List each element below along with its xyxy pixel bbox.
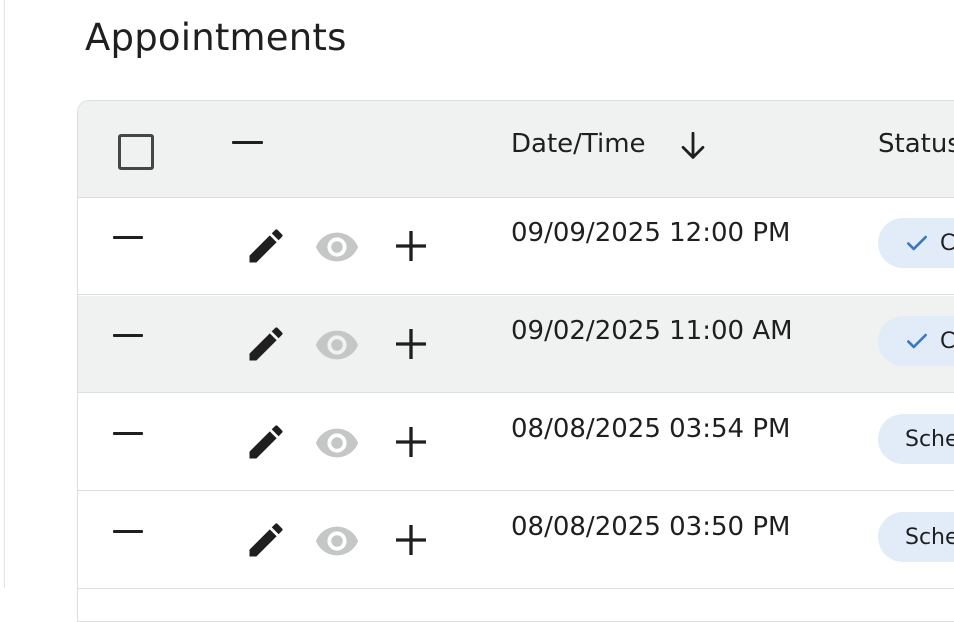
appointments-table: Date/Time Status 09/09/2025 12:00 PM C 0… — [77, 100, 954, 622]
left-divider — [4, 0, 5, 588]
collapse-row-icon[interactable] — [113, 432, 143, 435]
check-icon — [907, 235, 927, 251]
table-row: 08/08/2025 03:54 PM Sche — [78, 394, 954, 491]
status-label: Sche — [905, 524, 954, 550]
appointment-datetime: 09/09/2025 12:00 PM — [511, 218, 791, 248]
status-label: C — [940, 328, 954, 354]
status-badge: C — [878, 218, 954, 268]
eye-icon[interactable] — [314, 224, 360, 270]
plus-icon[interactable] — [391, 226, 431, 266]
eye-icon[interactable] — [314, 420, 360, 466]
check-icon — [907, 333, 927, 349]
status-badge: C — [878, 316, 954, 366]
collapse-row-icon[interactable] — [113, 236, 143, 239]
plus-icon[interactable] — [391, 422, 431, 462]
table-row: 09/02/2025 11:00 AM C — [78, 296, 954, 393]
pencil-icon[interactable] — [244, 420, 288, 464]
arrow-down-icon[interactable] — [676, 129, 710, 163]
status-label: C — [940, 230, 954, 256]
collapse-all-icon[interactable] — [232, 141, 263, 144]
pencil-icon[interactable] — [244, 322, 288, 366]
collapse-row-icon[interactable] — [113, 530, 143, 533]
eye-icon[interactable] — [314, 518, 360, 564]
appointment-datetime: 09/02/2025 11:00 AM — [511, 316, 793, 346]
eye-icon[interactable] — [314, 322, 360, 368]
page-title: Appointments — [85, 16, 347, 59]
pencil-icon[interactable] — [244, 224, 288, 268]
table-header-row: Date/Time Status — [78, 101, 954, 198]
status-column-header[interactable]: Status — [878, 129, 954, 159]
status-badge: Sche — [878, 512, 954, 562]
appointment-datetime: 08/08/2025 03:54 PM — [511, 414, 791, 444]
select-all-checkbox[interactable] — [118, 134, 154, 170]
collapse-row-icon[interactable] — [113, 334, 143, 337]
status-badge: Sche — [878, 414, 954, 464]
table-row: 09/09/2025 12:00 PM C — [78, 198, 954, 295]
plus-icon[interactable] — [391, 520, 431, 560]
datetime-column-header[interactable]: Date/Time — [511, 129, 646, 159]
pencil-icon[interactable] — [244, 518, 288, 562]
table-row: 08/08/2025 03:50 PM Sche — [78, 492, 954, 589]
status-label: Sche — [905, 426, 954, 452]
appointment-datetime: 08/08/2025 03:50 PM — [511, 512, 791, 542]
plus-icon[interactable] — [391, 324, 431, 364]
